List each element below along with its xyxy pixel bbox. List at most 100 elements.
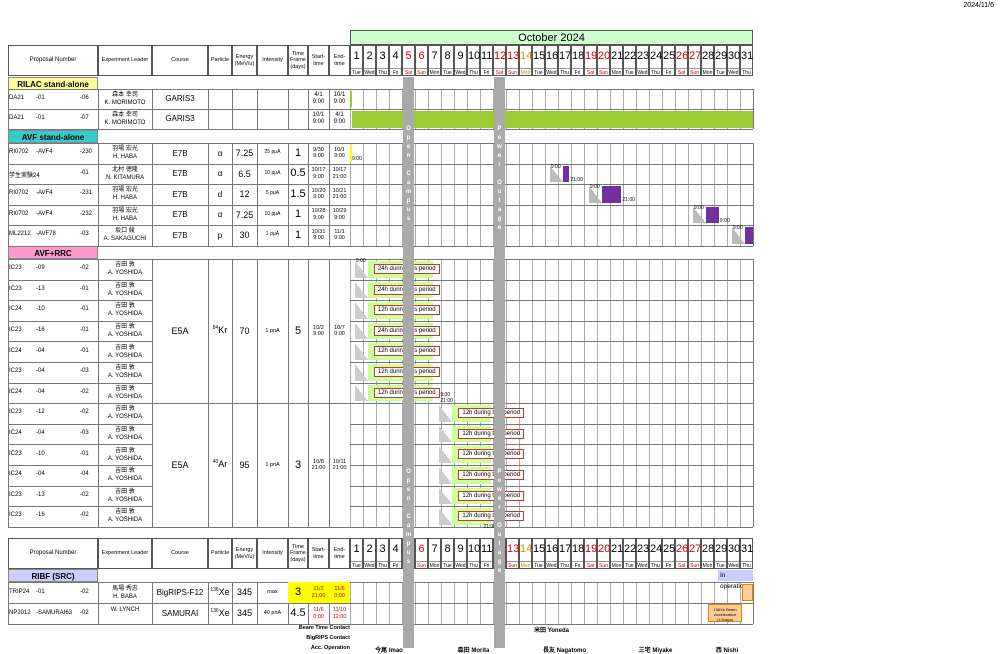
power-outage-band-text: P — [497, 126, 502, 132]
proposal-suffix: -01 — [80, 306, 89, 313]
day-number: 7 — [431, 543, 438, 555]
grid-day-line — [610, 582, 611, 624]
open-campus-band-text: m — [405, 189, 412, 195]
beam-bar — [350, 145, 352, 162]
leader-name-jp: 吉田 敦 — [115, 385, 135, 392]
grid-col-line — [308, 582, 309, 624]
grid-day-line — [662, 259, 663, 527]
experiment-leader: 吉田 敦 A. YOSHIDA — [98, 506, 152, 527]
beam-bar — [705, 206, 719, 223]
proposal-mid: -09 — [36, 265, 45, 272]
proposal-mid: -13 — [36, 285, 45, 292]
start-time: 9/30 9:00 — [313, 146, 324, 160]
day-column-header: 17 Thu — [558, 538, 571, 569]
period-tag: 24h during this period — [373, 284, 440, 295]
in-operation-label: In operation — [718, 570, 753, 590]
day-weekday: Tue — [442, 68, 453, 76]
proposal-number: IC24 -04 -01 — [8, 341, 98, 362]
day-weekday: Mon — [429, 561, 440, 569]
column-header-proposal: Proposal Number — [8, 538, 98, 569]
energy: 70 — [239, 325, 250, 336]
proposal-prefix: IC23 — [9, 409, 22, 416]
grid-day-line — [493, 259, 494, 527]
proposal-mid: -04 — [36, 347, 45, 354]
grid-day-line — [727, 582, 728, 624]
day-column-header: 13 Sun — [506, 538, 519, 569]
column-header-end: End- time — [329, 45, 350, 76]
grid-day-line — [727, 259, 728, 527]
proposal-suffix: -01 — [80, 327, 89, 334]
experiment-leader: 吉田 敦 A. YOSHIDA — [98, 362, 152, 383]
grid-day-line — [376, 143, 377, 246]
end-time: 11/1 9:00 — [334, 228, 345, 242]
beam-window — [367, 302, 433, 319]
report-date: 2024/11/6 — [963, 2, 994, 9]
day-number: 2 — [366, 543, 373, 555]
day-number: 30 — [728, 543, 741, 555]
proposal-prefix: TRIP24 — [9, 588, 30, 595]
experiment-leader: 羽場 宏光 H. HABA — [98, 205, 152, 226]
day-column-header: 31 Thu — [740, 538, 753, 569]
grid-day-line — [610, 89, 611, 129]
day-column-header: 28 Mon — [701, 538, 714, 569]
proposal-mid: -04 — [36, 471, 45, 478]
day-number: 3 — [379, 543, 386, 555]
start-time: 10/28 9:00 — [311, 208, 326, 221]
grid-day-line — [753, 582, 754, 624]
period-tag: 12h during this period — [373, 367, 440, 377]
proposal-prefix: ML2212 — [9, 231, 31, 238]
leader-name-jp: 吉田 敦 — [115, 447, 135, 454]
energy: 30 — [239, 230, 250, 241]
prep-wedge — [439, 508, 453, 525]
open-campus-band-text: C — [406, 171, 411, 177]
grid-row-line — [8, 89, 753, 90]
proposal-suffix: -01 — [80, 347, 89, 354]
section-avfrrc: AVF+RRC — [8, 246, 98, 259]
grid-col-line — [308, 89, 309, 129]
day-weekday: Sat — [494, 68, 505, 76]
grid-day-line — [675, 582, 676, 624]
grid-col-line — [288, 89, 289, 129]
experiment-leader: 吉田 敦 A. YOSHIDA — [98, 444, 152, 465]
day-number: 2 — [366, 50, 373, 62]
day-column-header: 2 Wed — [363, 538, 376, 569]
course-name: E5A — [171, 459, 189, 470]
course-name: E7B — [172, 189, 188, 199]
day-weekday: Sun — [689, 68, 700, 76]
proposal-mid: -AVF4 — [36, 210, 53, 217]
day-column-header: 9 Wed — [454, 45, 467, 76]
day-column-header: 11 Fri — [480, 538, 493, 569]
day-column-header: 12 Sat — [493, 45, 506, 76]
prep-wedge — [439, 405, 453, 422]
day-weekday: Fri — [390, 68, 401, 77]
particle: 136Xe — [208, 587, 232, 597]
grid-day-line — [636, 582, 637, 624]
energy: 7.25 — [235, 209, 254, 220]
course-name: E7B — [172, 148, 188, 158]
column-header-energy: Energy (MeV/u) — [232, 45, 257, 76]
proposal-mid: -04 — [36, 430, 45, 437]
open-campus-band-text: p — [406, 198, 411, 204]
day-column-header: 27 Sun — [688, 45, 701, 76]
day-weekday: Wed — [728, 68, 739, 76]
day-number: 12 — [494, 543, 507, 555]
day-number: 8 — [444, 543, 451, 555]
grid-row-line — [8, 382, 152, 384]
time-label: 9:00 — [440, 392, 451, 399]
day-weekday: Tue — [624, 561, 635, 569]
proposal-number: IC23 -16 -01 — [8, 321, 98, 342]
grid-col-line — [329, 259, 330, 527]
day-weekday: Sun — [598, 561, 609, 569]
day-column-header: 24 Thu — [649, 45, 662, 76]
open-campus-band-text: n — [406, 496, 411, 502]
day-number: 14 — [520, 543, 533, 555]
proposal-number: RI0702 -AVF4 -232 — [8, 205, 98, 226]
beam-contact-label: Beam Time Contact — [298, 625, 350, 631]
day-number: 20 — [598, 50, 611, 62]
grid-day-line — [714, 89, 715, 129]
particle: p — [217, 230, 223, 240]
grid-day-line — [350, 582, 351, 624]
leader-name: A. YOSHIDA — [107, 476, 143, 483]
day-number: 4 — [392, 50, 399, 62]
intensity: 10 pμA — [264, 169, 281, 176]
